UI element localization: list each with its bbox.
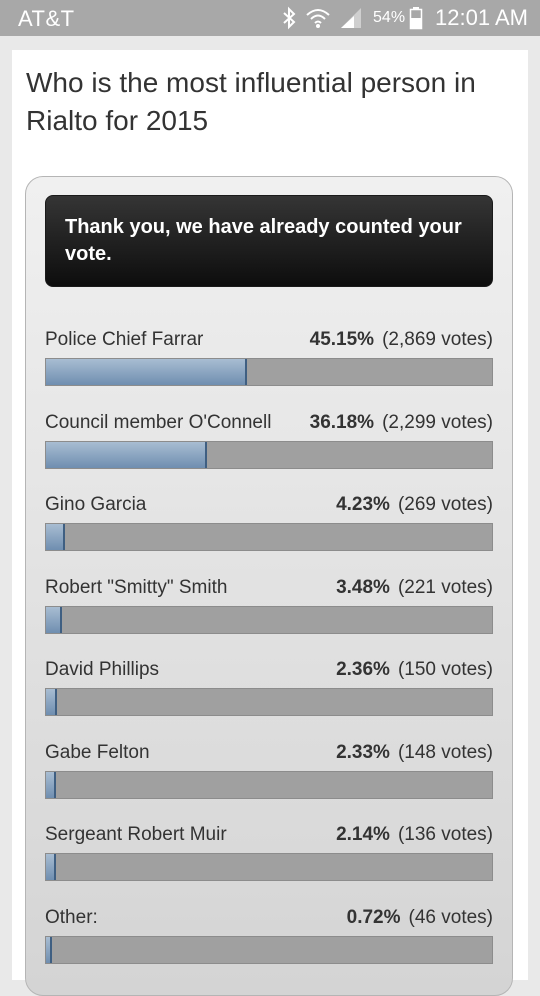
signal-icon bbox=[339, 7, 363, 29]
result-bar-fill bbox=[46, 606, 62, 633]
option-votes: (150 votes) bbox=[397, 659, 493, 680]
option-votes: (269 votes) bbox=[397, 494, 493, 515]
wifi-icon bbox=[305, 7, 331, 29]
poll-results-panel: Thank you, we have already counted your … bbox=[25, 176, 513, 996]
carrier-name: AT&T bbox=[18, 6, 75, 31]
option-name: Robert "Smitty" Smith bbox=[45, 576, 228, 598]
battery-icon bbox=[409, 6, 423, 30]
option-votes: (221 votes) bbox=[397, 576, 493, 598]
option-name: Other: bbox=[45, 906, 98, 928]
option-percent: 0.72% bbox=[346, 906, 401, 928]
result-bar-track bbox=[45, 358, 493, 386]
result-bar-track bbox=[45, 440, 493, 469]
result-bar-fill bbox=[46, 689, 57, 715]
option-votes: (148 votes) bbox=[397, 741, 493, 763]
option-votes: (2,869 votes) bbox=[382, 329, 493, 350]
option-percent: 45.15% bbox=[309, 329, 375, 350]
option-percent: 2.36% bbox=[336, 659, 390, 680]
option-percent: 2.14% bbox=[336, 824, 390, 845]
result-bar-track bbox=[45, 605, 493, 634]
result-bar-track bbox=[45, 853, 493, 881]
option-name: David Phillips bbox=[45, 659, 160, 680]
result-bar-track bbox=[45, 935, 493, 964]
option-name: Sergeant Robert Muir bbox=[45, 824, 227, 845]
option-percent: 3.48% bbox=[336, 576, 390, 598]
option-votes: (136 votes) bbox=[397, 824, 493, 845]
clock: 12:01 AM bbox=[435, 5, 528, 30]
option-votes: (46 votes) bbox=[408, 906, 493, 928]
option-percent: 2.33% bbox=[336, 741, 390, 763]
result-row: Robert "Smitty" Smith 3.48% (221 votes) bbox=[45, 577, 493, 660]
poll-card: Who is the most influential person in Ri… bbox=[12, 50, 528, 996]
result-row: Gabe Felton 2.33% (148 votes) bbox=[45, 742, 493, 825]
result-bar-track bbox=[45, 523, 493, 551]
result-bar-track bbox=[45, 688, 493, 716]
results-list: Police Chief Farrar 45.15% (2,869 votes) … bbox=[45, 329, 493, 989]
result-bar-fill bbox=[46, 524, 65, 550]
option-percent: 4.23% bbox=[336, 494, 390, 515]
result-bar-track bbox=[45, 770, 493, 799]
result-row: Sergeant Robert Muir 2.14% (136 votes) bbox=[45, 824, 493, 907]
poll-question: Who is the most influential person in Ri… bbox=[26, 67, 476, 136]
result-bar-fill bbox=[46, 441, 208, 468]
result-row: Gino Garcia 4.23% (269 votes) bbox=[45, 494, 493, 577]
option-name: Gino Garcia bbox=[45, 494, 147, 515]
option-name: Gabe Felton bbox=[45, 741, 150, 763]
option-votes: (2,299 votes) bbox=[382, 411, 493, 433]
result-row: Other: 0.72% (46 votes) bbox=[45, 907, 493, 990]
bluetooth-icon bbox=[281, 6, 297, 30]
result-bar-fill bbox=[46, 854, 56, 880]
result-row: David Phillips 2.36% (150 votes) bbox=[45, 659, 493, 742]
battery-percent: 54% bbox=[373, 9, 406, 26]
option-name: Council member O'Connell bbox=[45, 411, 272, 433]
result-row: Council member O'Connell 36.18% (2,299 vo… bbox=[45, 412, 493, 495]
result-bar-fill bbox=[46, 936, 52, 963]
result-bar-fill bbox=[46, 771, 57, 798]
result-row: Police Chief Farrar 45.15% (2,869 votes) bbox=[45, 329, 493, 412]
status-icons: 54% 12:01 AM bbox=[273, 3, 528, 33]
status-bar: AT&T 54% 12:01 AM bbox=[0, 0, 540, 36]
result-bar-fill bbox=[46, 359, 248, 385]
option-percent: 36.18% bbox=[309, 411, 375, 433]
vote-counted-message: Thank you, we have already counted your … bbox=[45, 195, 493, 287]
option-name: Police Chief Farrar bbox=[45, 329, 204, 350]
